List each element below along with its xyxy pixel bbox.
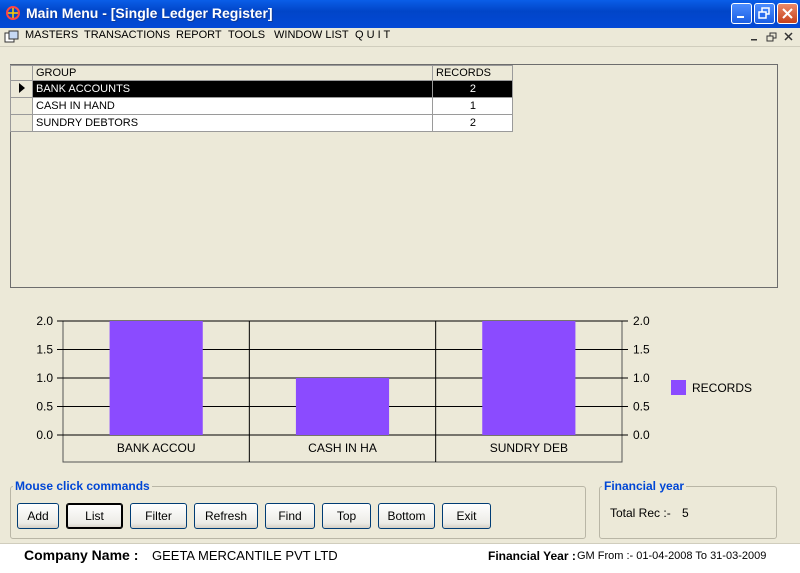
total-records-value: 5: [682, 506, 689, 520]
minimize-icon: [737, 16, 744, 18]
mdi-minimize-icon[interactable]: [751, 39, 757, 41]
column-header-records[interactable]: RECORDS: [432, 65, 513, 81]
cell-records[interactable]: 2: [432, 114, 513, 132]
table-row[interactable]: CASH IN HAND 1: [10, 97, 513, 115]
app-icon: [6, 6, 20, 20]
triangle-right-icon: [18, 82, 25, 93]
financial-year-label: Financial Year :: [488, 549, 576, 563]
x-tick-label: SUNDRY DEB: [490, 441, 568, 455]
y-tick-label-left: 0.0: [36, 428, 53, 442]
cell-group[interactable]: BANK ACCOUNTS: [32, 80, 433, 98]
mdi-close-icon[interactable]: [784, 32, 793, 41]
mdi-controls: [751, 32, 793, 42]
y-tick-label-right: 2.0: [633, 314, 650, 328]
exit-button[interactable]: Exit: [442, 503, 491, 529]
close-button[interactable]: [777, 3, 798, 24]
y-tick-label-left: 1.0: [36, 371, 53, 385]
y-tick-label-left: 2.0: [36, 314, 53, 328]
restore-button[interactable]: [754, 3, 775, 24]
document-icon[interactable]: [4, 30, 19, 43]
refresh-button[interactable]: Refresh: [194, 503, 258, 529]
y-tick-label-left: 1.5: [36, 343, 53, 357]
legend-label: RECORDS: [692, 381, 752, 395]
commands-group-title: Mouse click commands: [15, 479, 150, 493]
menu-window-list[interactable]: WINDOW LIST: [274, 29, 349, 41]
title-bar[interactable]: Main Menu - [Single Ledger Register]: [0, 0, 800, 28]
row-selector[interactable]: [10, 97, 33, 115]
cell-group[interactable]: CASH IN HAND: [32, 97, 433, 115]
cell-group[interactable]: SUNDRY DEBTORS: [32, 114, 433, 132]
y-tick-label-left: 0.5: [36, 400, 53, 414]
row-selector-header: [10, 65, 33, 81]
total-records-label: Total Rec :- 5: [610, 506, 689, 520]
x-tick-label: BANK ACCOU: [117, 441, 196, 455]
menu-tools[interactable]: TOOLS: [228, 29, 265, 41]
menu-bar: MASTERS TRANSACTIONS REPORT TOOLS WINDOW…: [0, 28, 800, 47]
bar: [295, 378, 390, 435]
cell-records[interactable]: 2: [432, 80, 513, 98]
grid-header-row: GROUP RECORDS: [10, 65, 513, 81]
status-bar: Company Name : GEETA MERCANTILE PVT LTD …: [0, 543, 800, 573]
table-row[interactable]: BANK ACCOUNTS 2: [10, 80, 513, 98]
y-tick-label-right: 0.0: [633, 428, 650, 442]
x-tick-label: CASH IN HA: [308, 441, 377, 455]
menu-quit[interactable]: Q U I T: [355, 29, 390, 41]
menu-report[interactable]: REPORT: [176, 29, 222, 41]
company-name-value: GEETA MERCANTILE PVT LTD: [152, 548, 338, 563]
menu-transactions[interactable]: TRANSACTIONS: [84, 29, 170, 41]
company-name-label: Company Name :: [24, 547, 139, 563]
table-row[interactable]: SUNDRY DEBTORS 2: [10, 114, 513, 132]
total-records-text: Total Rec :-: [610, 506, 671, 520]
cell-records[interactable]: 1: [432, 97, 513, 115]
y-tick-label-right: 0.5: [633, 400, 650, 414]
records-grid: GROUP RECORDS BANK ACCOUNTS 2 CASH IN HA…: [10, 65, 513, 132]
row-selector[interactable]: [10, 114, 33, 132]
mdi-restore-icon[interactable]: [766, 32, 777, 42]
list-button[interactable]: List: [66, 503, 123, 529]
legend-swatch: [671, 380, 686, 395]
chart-canvas: 0.0 0.0 0.5 0.5 1.0 1.0 1.5 1.5 2.0 2.0 BANK ACCOU…: [36, 314, 752, 463]
restore-icon: [758, 7, 770, 19]
financial-year-value: GM From :- 01-04-2008 To 31-03-2009: [577, 550, 767, 562]
bar: [482, 321, 576, 435]
bottom-button[interactable]: Bottom: [378, 503, 435, 529]
window-title: Main Menu - [Single Ledger Register]: [26, 5, 273, 21]
top-button[interactable]: Top: [322, 503, 371, 529]
financial-year-title: Financial year: [604, 479, 685, 493]
y-tick-label-right: 1.5: [633, 343, 650, 357]
menu-masters[interactable]: MASTERS: [25, 29, 78, 41]
bar: [109, 321, 203, 435]
close-icon: [782, 8, 793, 19]
find-button[interactable]: Find: [265, 503, 315, 529]
records-chart: 0.0 0.0 0.5 0.5 1.0 1.0 1.5 1.5 2.0 2.0 BANK ACCOU…: [0, 300, 800, 470]
y-tick-label-right: 1.0: [633, 371, 650, 385]
minimize-button[interactable]: [731, 3, 752, 24]
filter-button[interactable]: Filter: [130, 503, 187, 529]
add-button[interactable]: Add: [17, 503, 59, 529]
row-pointer-icon[interactable]: [10, 80, 33, 98]
column-header-group[interactable]: GROUP: [32, 65, 433, 81]
